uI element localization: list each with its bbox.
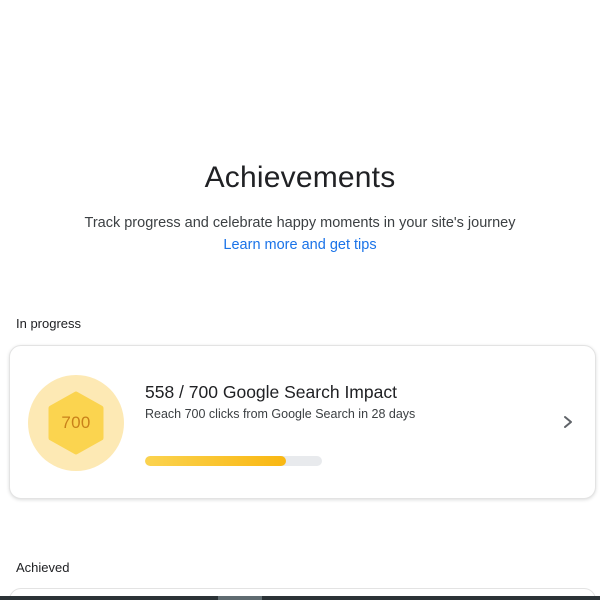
achievement-badge: 700	[28, 375, 124, 471]
progress-bar	[145, 456, 322, 466]
section-label-in-progress: In progress	[16, 316, 82, 331]
page-subtitle: Track progress and celebrate happy momen…	[84, 215, 516, 231]
page-title: Achievements	[204, 161, 396, 194]
achievement-title: 558 / 700 Google Search Impact	[145, 382, 397, 402]
achievement-card-search-impact[interactable]: 700 558 / 700 Google Search Impact Reach…	[9, 345, 596, 499]
horizontal-scrollbar[interactable]	[0, 596, 600, 600]
achievements-page: Achievements Track progress and celebrat…	[0, 0, 600, 600]
section-label-achieved: Achieved	[16, 560, 70, 575]
scrollbar-thumb[interactable]	[218, 596, 262, 600]
page-header: Achievements Track progress and celebrat…	[0, 158, 600, 255]
achievement-description: Reach 700 clicks from Google Search in 2…	[145, 407, 416, 421]
chevron-right-icon[interactable]	[561, 413, 575, 431]
learn-more-link[interactable]: Learn more and get tips	[223, 235, 376, 255]
progress-bar-fill	[145, 456, 287, 466]
badge-value: 700	[61, 413, 91, 432]
